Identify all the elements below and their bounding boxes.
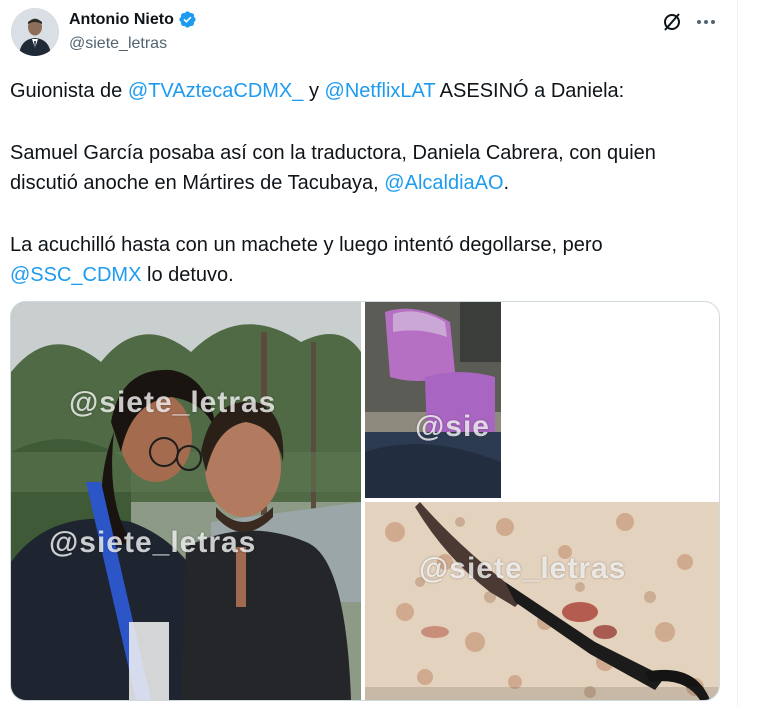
person-avatar-icon: [11, 8, 59, 56]
more-icon: [697, 20, 715, 24]
author-handle[interactable]: @siete_letras: [69, 35, 167, 53]
photo-slippers[interactable]: @sie: [365, 302, 501, 498]
timeline-divider: [737, 0, 738, 707]
text-span: y: [303, 80, 325, 102]
photo-couple[interactable]: @siete_letras @siete_letras: [11, 302, 361, 700]
grok-icon: [664, 13, 680, 31]
text-span: lo detuvo.: [141, 264, 234, 286]
tweet-paragraph-1: Guionista de @TVAztecaCDMX_ y @NetflixLA…: [10, 76, 710, 106]
display-name[interactable]: Antonio Nieto: [69, 11, 174, 29]
photo-couple-image: [11, 302, 361, 700]
tweet-paragraph-2: Samuel García posaba así con la traducto…: [10, 138, 710, 198]
watermark: @sie: [415, 410, 490, 443]
media-grid: @siete_letras @siete_letras @sie @siete_…: [10, 301, 720, 701]
mention-alcaldiaao[interactable]: @AlcaldiaAO: [384, 172, 503, 194]
watermark: @siete_letras: [49, 526, 257, 559]
grok-button[interactable]: [660, 10, 684, 34]
tweet-paragraph-3: La acuchilló hasta con un machete y lueg…: [10, 230, 710, 290]
author-name-row[interactable]: Antonio Nieto: [69, 10, 197, 29]
text-span: .: [503, 172, 510, 194]
blank-area: [501, 302, 719, 517]
verified-badge-icon: [179, 11, 196, 28]
text-span: La acuchilló hasta con un machete y lueg…: [10, 234, 603, 256]
mention-tvaztecacdmx[interactable]: @TVAztecaCDMX_: [128, 80, 304, 102]
text-span: Samuel García posaba así con la traducto…: [10, 142, 656, 194]
tweet-text: Guionista de @TVAztecaCDMX_ y @NetflixLA…: [10, 76, 710, 290]
more-button[interactable]: [694, 10, 718, 34]
photo-knife[interactable]: @siete_letras: [365, 502, 719, 700]
mention-netflixlat[interactable]: @NetflixLAT: [325, 80, 436, 102]
mention-ssc-cdmx[interactable]: @SSC_CDMX: [10, 264, 141, 286]
watermark: @siete_letras: [419, 552, 627, 585]
photo-knife-image: [365, 502, 719, 700]
text-span: ASESINÓ a Daniela:: [435, 80, 625, 102]
photo-slippers-image: [365, 302, 501, 498]
watermark: @siete_letras: [69, 386, 277, 419]
avatar[interactable]: [11, 8, 59, 56]
text-span: Guionista de: [10, 80, 128, 102]
